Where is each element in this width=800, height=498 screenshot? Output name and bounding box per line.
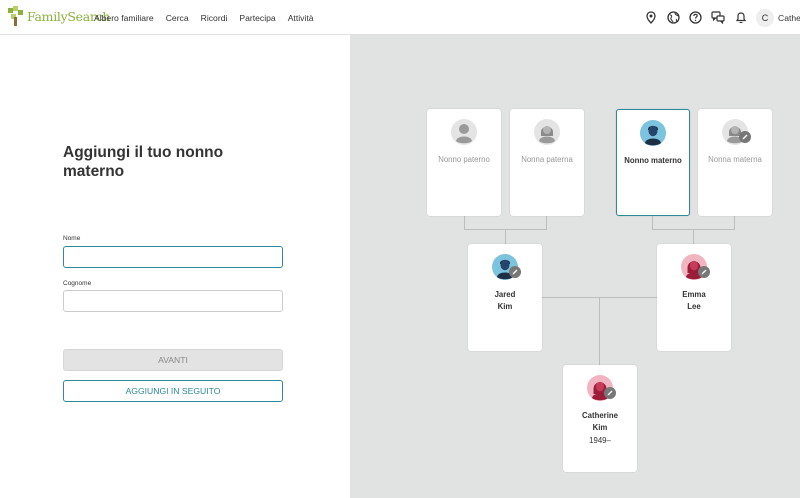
next-button[interactable]: AVANTI	[63, 349, 283, 371]
first-name: Catherine	[582, 411, 618, 420]
card-name: Emma Lee	[657, 289, 731, 313]
connector-line	[693, 229, 694, 244]
edit-pencil-icon[interactable]	[604, 387, 616, 399]
edit-pencil-icon[interactable]	[509, 266, 521, 278]
nav-search[interactable]: Cerca	[166, 13, 189, 23]
card-name: Nonna paterna	[521, 155, 573, 164]
add-later-button[interactable]: AGGIUNGI IN SEGUITO	[63, 380, 283, 402]
nav-get-involved[interactable]: Partecipa	[239, 13, 275, 23]
first-name-input[interactable]	[63, 246, 283, 268]
connector-line	[505, 229, 506, 244]
main-nav: Albero familiare Cerca Ricordi Partecipa…	[94, 0, 326, 35]
user-avatar[interactable]: C	[756, 8, 774, 27]
male-avatar-icon	[640, 120, 666, 146]
male-silhouette-icon	[451, 119, 477, 145]
edit-pencil-icon[interactable]	[739, 131, 751, 143]
card-self[interactable]: Catherine Kim 1949–	[563, 365, 637, 472]
help-icon[interactable]	[689, 11, 703, 25]
card-maternal-grandfather[interactable]: Nonno materno	[616, 109, 690, 216]
header-icons: C Catherine	[644, 0, 800, 35]
card-maternal-grandmother[interactable]: Nonna materna	[698, 109, 772, 216]
card-name: Nonno paterno	[438, 155, 490, 164]
connector-line	[599, 297, 600, 365]
last-name: Lee	[687, 302, 701, 311]
nav-family-tree[interactable]: Albero familiare	[94, 13, 154, 23]
first-name: Emma	[682, 290, 706, 299]
location-pin-icon[interactable]	[644, 11, 658, 25]
card-name: Nonna materna	[708, 155, 762, 164]
connector-line	[734, 216, 735, 230]
card-mother[interactable]: Emma Lee	[657, 244, 731, 351]
card-paternal-grandmother[interactable]: Nonna paterna	[510, 109, 584, 216]
last-name: Kim	[497, 302, 513, 311]
life-years: 1949–	[589, 436, 611, 445]
nav-memories[interactable]: Ricordi	[201, 13, 228, 23]
edit-pencil-icon[interactable]	[698, 266, 710, 278]
last-name-input[interactable]	[63, 290, 283, 312]
card-father[interactable]: Jared Kim	[468, 244, 542, 351]
connector-line	[546, 216, 547, 230]
top-header: FamilySearch Albero familiare Cerca Rico…	[0, 0, 800, 35]
connector-line	[652, 216, 653, 230]
tree-logo-icon	[8, 6, 23, 26]
last-name: Kim	[592, 423, 608, 432]
messages-icon[interactable]	[711, 11, 725, 25]
user-name[interactable]: Catherine	[778, 13, 800, 23]
notifications-bell-icon[interactable]	[734, 11, 748, 25]
first-name: Jared	[494, 290, 516, 299]
first-name-label: Nome	[63, 235, 81, 242]
connector-line	[464, 216, 465, 230]
nav-activities[interactable]: Attività	[288, 13, 314, 23]
globe-icon[interactable]	[666, 11, 680, 25]
card-paternal-grandfather[interactable]: Nonno paterno	[427, 109, 501, 216]
card-name: Catherine Kim	[563, 410, 637, 434]
female-silhouette-icon	[534, 119, 560, 145]
last-name-label: Cognome	[63, 280, 92, 287]
card-name: Nonno materno	[624, 156, 682, 165]
page-title: Aggiungi il tuo nonno materno	[63, 144, 224, 180]
card-name: Jared Kim	[468, 289, 542, 313]
